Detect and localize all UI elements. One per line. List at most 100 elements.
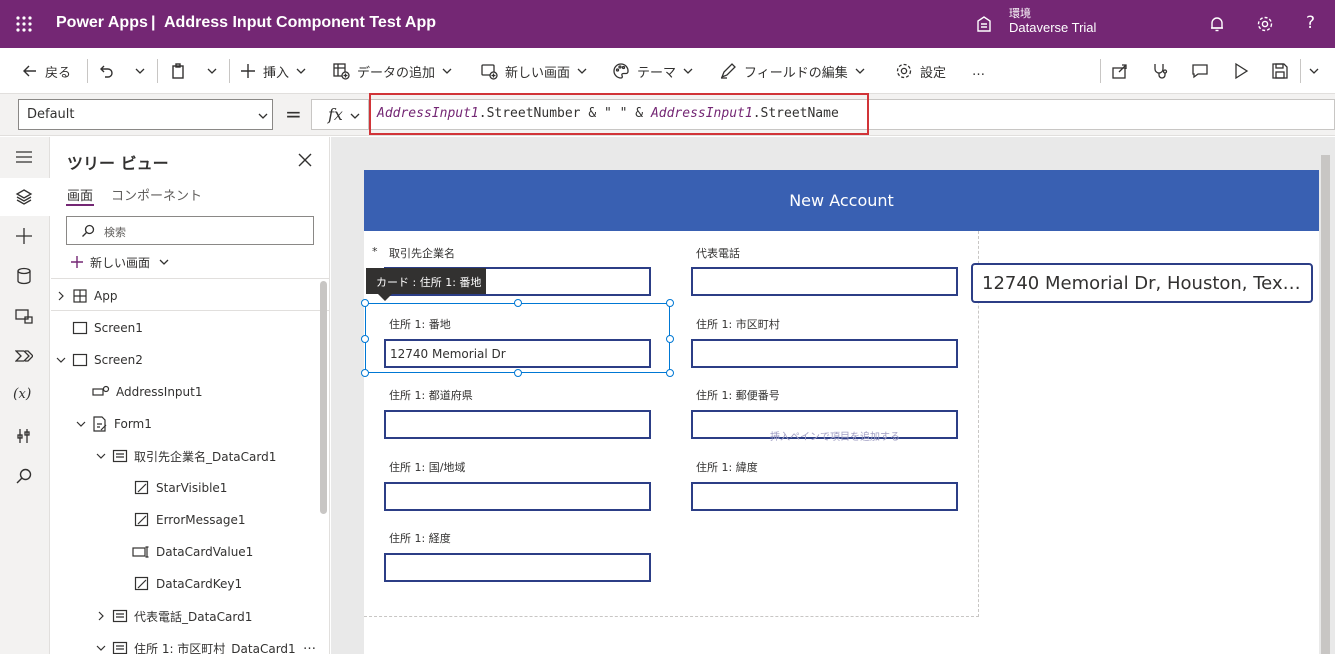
property-value: Default xyxy=(27,107,75,122)
add-data-button[interactable]: データの追加 xyxy=(332,48,460,94)
brand-name[interactable]: Power Apps xyxy=(56,14,148,32)
close-icon[interactable] xyxy=(298,153,312,167)
tree-node-datacard-company[interactable]: 取引先企業名_DataCard1 xyxy=(96,440,276,472)
settings-button[interactable]: 設定 xyxy=(895,48,946,94)
environment-icon[interactable] xyxy=(975,15,993,33)
power-automate-icon[interactable] xyxy=(15,347,33,365)
resize-handle[interactable] xyxy=(666,335,674,343)
media-icon[interactable] xyxy=(15,307,33,325)
input-state[interactable] xyxy=(384,410,651,439)
tree-view-layers-icon[interactable] xyxy=(15,188,33,206)
back-button[interactable]: 戻る xyxy=(22,48,71,94)
undo-dropdown[interactable] xyxy=(134,48,153,94)
title-separator: | xyxy=(151,14,156,31)
save-dropdown[interactable] xyxy=(1308,48,1327,94)
variables-icon[interactable]: (x) xyxy=(13,386,31,402)
chevron-down-icon xyxy=(135,68,145,74)
tree-node-form1[interactable]: Form1 xyxy=(76,408,152,440)
new-screen-button[interactable]: 新しい画面 xyxy=(480,48,595,94)
theme-button[interactable]: テーマ xyxy=(612,48,701,94)
tree-node-screen2[interactable]: Screen2 xyxy=(56,344,143,376)
tree-node-datacardvalue1[interactable]: DataCardValue1 xyxy=(132,536,253,568)
edit-fields-icon xyxy=(720,63,736,79)
tab-screens[interactable]: 画面 xyxy=(67,185,93,204)
more-commands-button[interactable]: … xyxy=(972,48,985,94)
fx-label: fx xyxy=(328,105,343,124)
resize-handle[interactable] xyxy=(514,369,522,377)
tree-new-screen-button[interactable]: 新しい画面 xyxy=(70,246,176,278)
resize-handle[interactable] xyxy=(361,369,369,377)
selection-tooltip: カード : 住所 1: 番地 xyxy=(366,268,486,294)
tree-node-label: StarVisible1 xyxy=(156,481,228,495)
tree-node-datacard-phone[interactable]: 代表電話_DataCard1 xyxy=(96,600,252,632)
resize-handle[interactable] xyxy=(666,299,674,307)
formula-text[interactable]: AddressInput1.StreetNumber & " " & Addre… xyxy=(377,106,839,121)
gear-icon xyxy=(896,63,912,79)
app-checker-button[interactable] xyxy=(1151,48,1176,94)
form-watermark-text: 挿入ペインで項目を追加する xyxy=(770,432,900,443)
share-button[interactable] xyxy=(1111,48,1136,94)
resize-handle[interactable] xyxy=(361,335,369,343)
formula-expression: .StreetNumber & " " & xyxy=(478,106,651,121)
input-phone[interactable] xyxy=(691,267,958,296)
play-icon xyxy=(1235,62,1249,80)
input-latitude[interactable] xyxy=(691,482,958,511)
comments-button[interactable] xyxy=(1191,48,1216,94)
preview-button[interactable] xyxy=(1232,48,1257,94)
hamburger-menu-icon[interactable] xyxy=(15,150,33,164)
card-icon xyxy=(112,449,128,463)
undo-button[interactable] xyxy=(99,48,122,94)
tree-node-app[interactable]: App xyxy=(56,280,117,312)
input-longitude[interactable] xyxy=(384,553,651,582)
input-country[interactable] xyxy=(384,482,651,511)
tree-scrollbar[interactable] xyxy=(320,281,327,514)
paste-dropdown[interactable] xyxy=(206,48,225,94)
app-launcher-icon[interactable] xyxy=(16,16,32,32)
divider xyxy=(51,278,330,279)
notification-bell-icon[interactable] xyxy=(1208,15,1226,33)
tree-node-label: 取引先企業名_DataCard1 xyxy=(134,449,277,464)
label-icon xyxy=(134,576,149,591)
field-label-postal: 住所 1: 郵便番号 xyxy=(696,389,780,402)
card-icon xyxy=(112,609,128,623)
insert-label: 挿入 xyxy=(263,65,290,81)
formula-control-ref: AddressInput1 xyxy=(650,106,753,121)
tree-node-addressinput1[interactable]: AddressInput1 xyxy=(92,376,203,408)
edit-fields-button[interactable]: フィールドの編集 xyxy=(719,48,873,94)
insert-plus-icon[interactable] xyxy=(15,227,33,245)
advanced-tools-icon[interactable] xyxy=(15,427,33,445)
chevron-down-icon xyxy=(76,421,86,427)
paste-button[interactable] xyxy=(170,48,193,94)
input-city[interactable] xyxy=(691,339,958,368)
search-icon[interactable] xyxy=(15,467,33,485)
fx-button[interactable]: fx xyxy=(311,99,369,130)
tree-search-box[interactable]: 検索 xyxy=(66,216,314,245)
settings-gear-icon[interactable] xyxy=(1256,15,1274,33)
environment-name[interactable]: Dataverse Trial xyxy=(1009,20,1096,35)
save-button[interactable] xyxy=(1271,48,1296,94)
screen-header[interactable]: New Account xyxy=(364,170,1319,231)
selected-card-outline[interactable] xyxy=(365,303,670,373)
resize-handle[interactable] xyxy=(514,299,522,307)
chevron-down-icon xyxy=(56,357,66,363)
data-cylinder-icon[interactable] xyxy=(15,267,33,285)
canvas-scrollbar[interactable] xyxy=(1321,155,1330,654)
tree-node-screen1[interactable]: Screen1 xyxy=(72,312,143,344)
resize-handle[interactable] xyxy=(361,299,369,307)
tree-node-starvisible1[interactable]: StarVisible1 xyxy=(134,472,227,504)
app-title: Address Input Component Test App xyxy=(164,14,436,31)
equals-sign: = xyxy=(285,102,302,126)
add-data-icon xyxy=(333,63,350,80)
tree-node-more-button[interactable]: … xyxy=(303,638,316,653)
tab-components[interactable]: コンポーネント xyxy=(111,185,202,204)
tree-node-datacardkey1[interactable]: DataCardKey1 xyxy=(134,568,242,600)
tree-node-label: 代表電話_DataCard1 xyxy=(134,609,253,624)
resize-handle[interactable] xyxy=(666,369,674,377)
insert-button[interactable]: 挿入 xyxy=(240,48,314,94)
property-dropdown[interactable]: Default xyxy=(18,99,273,130)
help-question-icon[interactable]: ? xyxy=(1306,13,1315,33)
tree-node-errormessage1[interactable]: ErrorMessage1 xyxy=(134,504,245,536)
tree-node-datacard-city[interactable]: 住所 1: 市区町村_DataCard1 xyxy=(96,632,296,654)
address-input-component[interactable]: 12740 Memorial Dr, Houston, Tex… xyxy=(971,263,1313,303)
back-label: 戻る xyxy=(45,65,72,81)
